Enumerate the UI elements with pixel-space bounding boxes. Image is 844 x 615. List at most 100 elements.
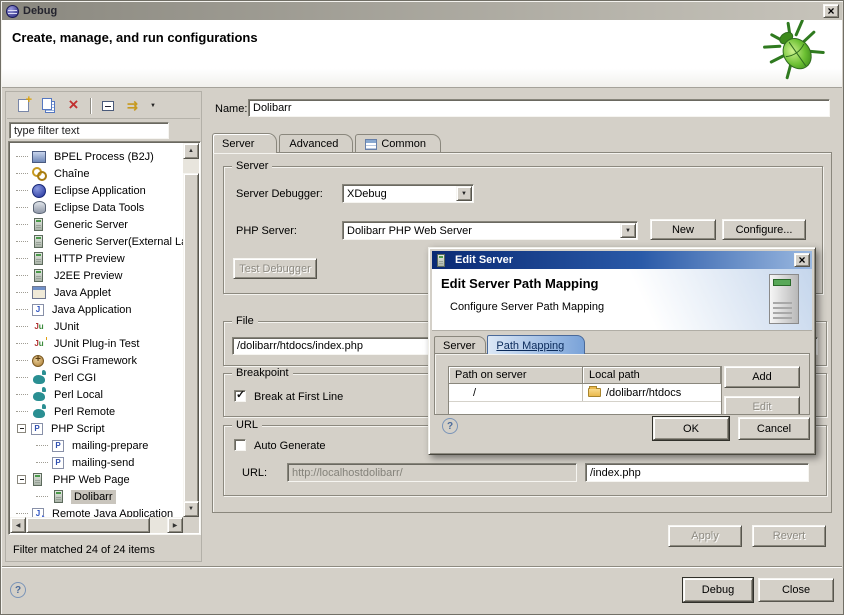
break-at-first-line-checkbox[interactable] bbox=[234, 390, 246, 402]
tree-item-java-application[interactable]: Java Application bbox=[10, 301, 183, 318]
dialog-tabs: Server Path Mapping bbox=[434, 334, 586, 353]
tab-server[interactable]: Server bbox=[212, 133, 277, 153]
tree-connector bbox=[16, 173, 28, 174]
dropdown-arrow-icon[interactable] bbox=[456, 186, 472, 201]
help-icon[interactable] bbox=[10, 582, 26, 598]
tree-item-php-script[interactable]: PHP Script bbox=[10, 420, 183, 437]
cancel-button[interactable]: Cancel bbox=[738, 417, 810, 440]
collapse-toggle-icon[interactable] bbox=[17, 475, 26, 484]
tab-path-mapping[interactable]: Path Mapping bbox=[487, 335, 585, 354]
new-configuration-icon[interactable] bbox=[15, 97, 32, 114]
tree-item-j2ee-preview[interactable]: J2EE Preview bbox=[10, 267, 183, 284]
filter-input[interactable]: type filter text bbox=[9, 122, 169, 139]
tree-item-label: mailing-prepare bbox=[69, 439, 151, 453]
filter-options-icon[interactable] bbox=[124, 97, 141, 114]
tree-item-osgi-framework[interactable]: OSGi Framework bbox=[10, 352, 183, 369]
tree-item-bpel-process-b2j[interactable]: BPEL Process (B2J) bbox=[10, 148, 183, 165]
collapse-all-icon[interactable] bbox=[99, 97, 116, 114]
tree-item-perl-cgi[interactable]: Perl CGI bbox=[10, 369, 183, 386]
close-window-icon[interactable] bbox=[823, 4, 839, 18]
tree-item-eclipse-application[interactable]: Eclipse Application bbox=[10, 182, 183, 199]
common-tab-icon bbox=[365, 139, 377, 150]
tree-item-label: JUnit Plug-in Test bbox=[51, 337, 142, 351]
auto-generate-checkbox[interactable] bbox=[234, 439, 246, 451]
dropdown-arrow-icon[interactable] bbox=[620, 223, 636, 238]
server-debugger-select[interactable]: XDebug bbox=[342, 184, 474, 203]
dialog-title: Edit Server bbox=[455, 254, 513, 266]
edit-mapping-button: Edit bbox=[724, 396, 800, 415]
tree-item-label: Eclipse Application bbox=[51, 184, 149, 198]
delete-configuration-icon[interactable] bbox=[65, 97, 82, 114]
add-mapping-button[interactable]: Add bbox=[724, 366, 800, 388]
horizontal-scroll-thumb[interactable] bbox=[26, 517, 150, 533]
dialog-close-icon[interactable] bbox=[794, 253, 810, 267]
file-group-label: File bbox=[232, 315, 258, 327]
tree-item-cha-ne[interactable]: Chaîne bbox=[10, 165, 183, 182]
collapse-toggle-icon[interactable] bbox=[17, 424, 26, 433]
tree-horizontal-scrollbar[interactable] bbox=[10, 517, 183, 533]
debug-button[interactable]: Debug bbox=[683, 578, 753, 602]
tree-item-perl-local[interactable]: Perl Local bbox=[10, 386, 183, 403]
tree-item-generic-server-external-la[interactable]: Generic Server(External La bbox=[10, 233, 183, 250]
scroll-right-icon[interactable] bbox=[167, 517, 183, 533]
server-icon bbox=[31, 473, 45, 486]
server-icon bbox=[32, 269, 46, 282]
tree-connector bbox=[16, 377, 28, 378]
url-base-input: http://localhostdolibarr/ bbox=[287, 463, 577, 482]
local-path-text: /dolibarr/htdocs bbox=[606, 387, 681, 399]
scroll-down-icon[interactable] bbox=[183, 501, 199, 517]
ok-button[interactable]: OK bbox=[653, 417, 729, 440]
dialog-heading: Edit Server Path Mapping bbox=[441, 276, 598, 291]
configure-server-button[interactable]: Configure... bbox=[722, 219, 806, 240]
eclipse-app-icon bbox=[32, 184, 46, 197]
tree-item-mailing-prepare[interactable]: mailing-prepare bbox=[10, 437, 183, 454]
server-icon bbox=[32, 218, 46, 231]
test-debugger-button: Test Debugger bbox=[233, 258, 317, 279]
url-path-input[interactable]: /index.php bbox=[585, 463, 809, 482]
tree-vertical-scrollbar[interactable] bbox=[183, 143, 199, 517]
new-server-button[interactable]: New bbox=[650, 219, 716, 240]
php-server-select[interactable]: Dolibarr PHP Web Server bbox=[342, 221, 638, 240]
tree-item-mailing-send[interactable]: mailing-send bbox=[10, 454, 183, 471]
tree-connector bbox=[16, 224, 28, 225]
column-header-path-on-server[interactable]: Path on server bbox=[449, 367, 583, 384]
tree-item-label: Remote Java Application bbox=[49, 507, 176, 518]
duplicate-configuration-icon[interactable] bbox=[40, 97, 57, 114]
filter-dropdown-caret-icon[interactable] bbox=[149, 97, 157, 114]
column-header-local-path[interactable]: Local path bbox=[583, 367, 721, 384]
scrollbar-corner bbox=[183, 517, 199, 533]
server-icon bbox=[435, 254, 445, 267]
tree-item-http-preview[interactable]: HTTP Preview bbox=[10, 250, 183, 267]
tree-item-java-applet[interactable]: Java Applet bbox=[10, 284, 183, 301]
tree-item-php-web-page[interactable]: PHP Web Page bbox=[10, 471, 183, 488]
path-mapping-row[interactable]: //dolibarr/htdocs bbox=[449, 384, 721, 402]
tree-item-dolibarr[interactable]: Dolibarr bbox=[10, 488, 183, 505]
tab-common[interactable]: Common bbox=[355, 134, 441, 152]
tree-item-label: J2EE Preview bbox=[51, 269, 125, 283]
tree-item-label: Perl CGI bbox=[51, 371, 99, 385]
tree-item-perl-remote[interactable]: Perl Remote bbox=[10, 403, 183, 420]
tree-connector bbox=[16, 207, 28, 208]
tree-item-junit[interactable]: JUnit bbox=[10, 318, 183, 335]
scroll-left-icon[interactable] bbox=[10, 517, 26, 533]
tree-item-eclipse-data-tools[interactable]: Eclipse Data Tools bbox=[10, 199, 183, 216]
cell-local-path: /dolibarr/htdocs bbox=[583, 384, 721, 401]
auto-generate-label: Auto Generate bbox=[254, 440, 326, 452]
tab-server-settings[interactable]: Server bbox=[434, 336, 486, 353]
tab-advanced[interactable]: Advanced bbox=[279, 134, 353, 152]
tree-connector bbox=[16, 258, 28, 259]
tree-item-remote-java-application[interactable]: Remote Java Application bbox=[10, 505, 183, 517]
close-button[interactable]: Close bbox=[758, 578, 834, 602]
scroll-up-icon[interactable] bbox=[183, 143, 199, 159]
junit-plugin-icon bbox=[32, 337, 46, 350]
vertical-scroll-thumb[interactable] bbox=[183, 173, 199, 503]
sidebar-toolbar bbox=[7, 93, 200, 119]
tree-connector bbox=[16, 343, 28, 344]
tree-item-junit-plug-in-test[interactable]: JUnit Plug-in Test bbox=[10, 335, 183, 352]
page-title: Create, manage, and run configurations bbox=[12, 30, 258, 45]
dialog-help-icon[interactable] bbox=[442, 418, 458, 434]
name-input[interactable]: Dolibarr bbox=[248, 99, 830, 117]
tree-item-generic-server[interactable]: Generic Server bbox=[10, 216, 183, 233]
chain-icon bbox=[32, 167, 46, 180]
tree-connector bbox=[16, 326, 28, 327]
